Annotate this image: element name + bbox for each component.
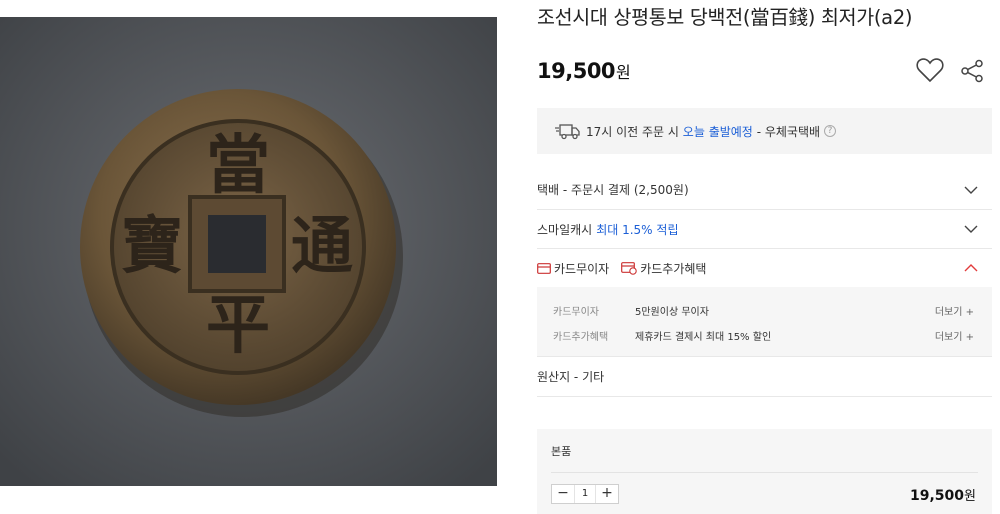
smile-cash-benefit: 최대 1.5% 적립: [596, 222, 679, 237]
delivery-fee-row[interactable]: 택배 - 주문시 결제 (2,500원): [537, 170, 992, 210]
tab-label: 카드무이자: [554, 261, 610, 276]
option-name: 본품: [551, 445, 572, 458]
quantity-stepper: − 1 +: [551, 484, 619, 504]
option-price: 19,500원: [910, 485, 976, 504]
divider: [551, 472, 978, 473]
card-benefit-row: 카드무이자 카드추가혜택: [537, 249, 992, 287]
shipping-carrier: - 우체국택배: [756, 124, 821, 139]
product-title: 조선시대 상평통보 당백전(當百錢) 최저가(a2): [537, 6, 913, 29]
price-value: 19,500: [537, 59, 616, 83]
tab-card-interest-free[interactable]: 카드무이자: [537, 260, 609, 277]
tab-card-extra-benefit[interactable]: 카드추가혜택: [621, 260, 706, 277]
origin-label: 원산지 - 기타: [537, 370, 605, 384]
shipping-cutoff: 17시 이전 주문 시: [586, 124, 679, 139]
selected-option-box: 본품 − 1 + 19,500원: [537, 429, 992, 514]
price-unit: 원: [616, 63, 631, 82]
product-image[interactable]: 當 通 平 寶: [0, 17, 497, 486]
card-detail-label: 카드무이자: [553, 306, 599, 318]
more-button[interactable]: 더보기 +: [935, 328, 974, 343]
chevron-down-icon[interactable]: [964, 186, 978, 194]
card-benefit-icon: [621, 261, 637, 275]
quantity-input[interactable]: 1: [574, 485, 596, 503]
heart-icon[interactable]: [916, 57, 944, 83]
card-detail-label: 카드추가혜택: [553, 331, 609, 343]
card-icon: [537, 262, 551, 274]
chevron-up-icon[interactable]: [964, 264, 978, 272]
chevron-down-icon[interactable]: [964, 225, 978, 233]
delivery-fee-label: 택배 - 주문시 결제 (2,500원): [537, 183, 689, 197]
option-price-unit: 원: [964, 489, 976, 504]
card-detail-value: 5만원이상 무이자: [635, 306, 709, 318]
option-price-value: 19,500: [910, 488, 965, 504]
decrease-button[interactable]: −: [552, 485, 574, 503]
more-button[interactable]: 더보기 +: [935, 303, 974, 318]
help-icon[interactable]: ?: [824, 125, 837, 137]
coin-char-bottom: 平: [206, 288, 270, 363]
card-detail-row: 카드추가혜택 제휴카드 결제시 최대 15% 할인 더보기 +: [553, 328, 974, 343]
coin-char-left: 寶: [121, 209, 183, 282]
shipping-eta: 오늘 출발예정: [682, 124, 753, 139]
origin-row: 원산지 - 기타: [537, 357, 992, 397]
card-detail-row: 카드무이자 5만원이상 무이자 더보기 +: [553, 303, 974, 318]
truck-icon: [555, 124, 580, 140]
smile-cash-label: 스마일캐시: [537, 222, 593, 237]
card-detail-value: 제휴카드 결제시 최대 15% 할인: [635, 331, 772, 343]
product-info: 조선시대 상평통보 당백전(當百錢) 최저가(a2) 19,500원 17시 이…: [537, 0, 992, 514]
shipping-info: 17시 이전 주문 시 오늘 출발예정 - 우체국택배 ?: [537, 108, 992, 154]
price-row: 19,500원: [537, 57, 992, 109]
card-detail-panel: 카드무이자 5만원이상 무이자 더보기 + 카드추가혜택 제휴카드 결제시 최대…: [537, 287, 992, 357]
increase-button[interactable]: +: [596, 485, 618, 503]
share-icon[interactable]: [960, 59, 984, 83]
smile-cash-row[interactable]: 스마일캐시 최대 1.5% 적립: [537, 210, 992, 249]
tab-label: 카드추가혜택: [640, 261, 707, 276]
product-price: 19,500원: [537, 59, 631, 83]
coin-char-right: 通: [291, 209, 353, 282]
coin-char-top: 當: [206, 128, 270, 203]
